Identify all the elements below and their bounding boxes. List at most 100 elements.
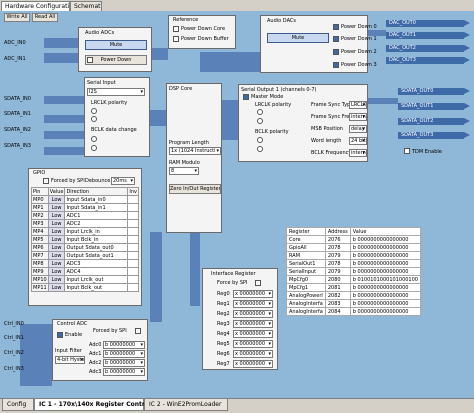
gpio-invert-checkbox[interactable] <box>127 283 139 292</box>
gpio-value-button[interactable]: Low <box>47 235 66 244</box>
word-length-select[interactable]: 24 bits <box>349 137 367 145</box>
gpio-invert-checkbox[interactable] <box>127 235 139 244</box>
frame-sync-freq-select[interactable]: internal clock/ <box>349 113 367 121</box>
gpio-value-button[interactable]: Low <box>47 211 66 220</box>
write-all-button[interactable]: Write All <box>4 13 30 22</box>
serial-format-select[interactable]: I2S <box>87 88 145 96</box>
lrclk-radio-2[interactable] <box>91 116 97 122</box>
connector <box>44 53 78 63</box>
power-down-core-checkbox[interactable] <box>173 26 179 32</box>
gpio-value-button[interactable]: Low <box>47 219 66 228</box>
gpio-invert-checkbox[interactable] <box>127 267 139 276</box>
so-lrclk-radio-1[interactable] <box>257 109 263 115</box>
tab-hardware-configuration[interactable]: Hardware Configuration <box>1 1 70 11</box>
gpio-invert-checkbox[interactable] <box>127 259 139 268</box>
gpio-direction-select[interactable]: Input Sdata_in0 <box>64 195 129 204</box>
input-filter-select[interactable]: 4-bit Hyster <box>55 356 85 364</box>
adc-power-down-button[interactable]: Power Down <box>85 55 147 65</box>
register-value[interactable]: b 0000000000000000 <box>349 291 421 300</box>
gpio-invert-checkbox[interactable] <box>127 211 139 220</box>
msb-position-select[interactable]: delay by 1 <box>349 125 367 133</box>
gpio-direction-select[interactable]: Output Sdata_out0 <box>64 243 129 252</box>
bottom-tab-ic2[interactable]: IC 2 - WinE2PromLoader <box>144 399 228 411</box>
gpio-value-button[interactable]: Low <box>47 203 66 212</box>
pd1-checkbox[interactable] <box>333 36 339 42</box>
ireg-row-value[interactable]: x 00000000 <box>233 300 273 308</box>
gpio-direction-select[interactable]: Input Bclk_out <box>64 283 129 292</box>
bclk-radio-2[interactable] <box>91 145 97 151</box>
gpio-direction-select[interactable]: ADC2 <box>64 219 129 228</box>
gpio-direction-select[interactable]: Input Lrclk_out <box>64 275 129 284</box>
register-value[interactable]: b 0000000000000000 <box>349 283 421 292</box>
gpio-direction-select[interactable]: Output Sdata_out1 <box>64 251 129 260</box>
gpio-direction-select[interactable]: Input Sdata_in1 <box>64 203 129 212</box>
ireg-row-value[interactable]: x 00000000 <box>233 320 273 328</box>
gpio-invert-checkbox[interactable] <box>127 243 139 252</box>
program-length-select[interactable]: 1x (1024 Instructi <box>169 147 221 155</box>
so-bclk-radio-1[interactable] <box>257 137 263 143</box>
bclk-radio-1[interactable] <box>91 136 97 142</box>
frame-sync-type-select[interactable]: LRCLK <box>349 101 367 109</box>
ireg-row-value[interactable]: x 00000000 <box>233 340 273 348</box>
register-value[interactable]: b 0000000000000000 <box>349 267 421 276</box>
ireg-row-value[interactable]: x 00000000 <box>233 310 273 318</box>
gpio-invert-checkbox[interactable] <box>127 275 139 284</box>
register-value[interactable]: b 0000000000000000 <box>349 259 421 268</box>
gpio-invert-checkbox[interactable] <box>127 219 139 228</box>
gpio-value-button[interactable]: Low <box>47 227 66 236</box>
zero-registers-button[interactable]: Zero In/Out Registers <box>169 184 221 194</box>
gpio-value-button[interactable]: Low <box>47 267 66 276</box>
gpio-direction-select[interactable]: Input Bclk_in <box>64 235 129 244</box>
ram-modulo-select[interactable]: 8 <box>169 167 199 175</box>
adc-power-down-checkbox[interactable] <box>87 57 93 63</box>
so-lrclk-radio-2[interactable] <box>257 118 263 124</box>
bclk-frequency-label: BCLK Frequency <box>311 150 352 156</box>
bottom-tab-config[interactable]: Config <box>2 399 34 411</box>
gpio-invert-checkbox[interactable] <box>127 251 139 260</box>
lrclk-radio-1[interactable] <box>91 108 97 114</box>
dac-mute-button[interactable]: Mute <box>267 33 329 43</box>
adc-row-value: b 00000000 <box>103 341 145 349</box>
so-bclk-radio-2[interactable] <box>257 146 263 152</box>
gpio-direction-select[interactable]: ADC3 <box>64 259 129 268</box>
register-value[interactable]: b 0100101000101000100 <box>349 275 421 284</box>
pd0-checkbox[interactable] <box>333 24 339 30</box>
gpio-direction-select[interactable]: Input Lrclk_in <box>64 227 129 236</box>
debounce-select[interactable]: 20ms <box>111 177 135 185</box>
ireg-row-label: Reg5 <box>217 341 230 347</box>
gpio-forced-checkbox[interactable] <box>43 178 49 184</box>
ireg-row-value[interactable]: x 00000000 <box>233 360 273 368</box>
gpio-value-button[interactable]: Low <box>47 243 66 252</box>
gpio-value-button[interactable]: Low <box>47 259 66 268</box>
power-down-buffer-checkbox[interactable] <box>173 36 179 42</box>
read-all-button[interactable]: Read All <box>32 13 58 22</box>
pd2-checkbox[interactable] <box>333 49 339 55</box>
control-adc-enable-checkbox[interactable] <box>57 332 63 338</box>
interface-forced-checkbox[interactable] <box>255 280 261 286</box>
gpio-value-button[interactable]: Low <box>47 275 66 284</box>
register-value[interactable]: b 0000000000000000 <box>349 307 421 316</box>
ireg-row-value[interactable]: x 00000000 <box>233 330 273 338</box>
gpio-value-button[interactable]: Low <box>47 283 66 292</box>
gpio-invert-checkbox[interactable] <box>127 203 139 212</box>
gpio-invert-checkbox[interactable] <box>127 227 139 236</box>
register-value[interactable]: b 0000000000000000 <box>349 299 421 308</box>
gpio-value-button[interactable]: Low <box>47 195 66 204</box>
register-value[interactable]: b 0000000000000000 <box>349 243 421 252</box>
register-value[interactable]: b 0000000000000000 <box>349 251 421 260</box>
tab-schematic[interactable]: Schematic <box>70 1 102 11</box>
bclk-frequency-select[interactable]: internal clock/ <box>349 149 367 157</box>
gpio-direction-select[interactable]: ADC4 <box>64 267 129 276</box>
gpio-direction-select[interactable]: ADC1 <box>64 211 129 220</box>
master-mode-checkbox[interactable] <box>243 94 249 100</box>
gpio-invert-checkbox[interactable] <box>127 195 139 204</box>
tdm-enable-checkbox[interactable] <box>404 148 410 154</box>
ireg-row-value[interactable]: x 00000000 <box>233 350 273 358</box>
bottom-tab-ic1[interactable]: IC 1 - 170x\140x Register Control <box>34 399 151 411</box>
register-value[interactable]: b 0000000000000000 <box>349 235 421 244</box>
adc-mute-button[interactable]: Mute <box>85 40 147 50</box>
gpio-value-button[interactable]: Low <box>47 251 66 260</box>
control-adc-forced-checkbox[interactable] <box>135 328 141 334</box>
pd3-checkbox[interactable] <box>333 62 339 68</box>
ireg-row-value[interactable]: x 00000000 <box>233 290 273 298</box>
